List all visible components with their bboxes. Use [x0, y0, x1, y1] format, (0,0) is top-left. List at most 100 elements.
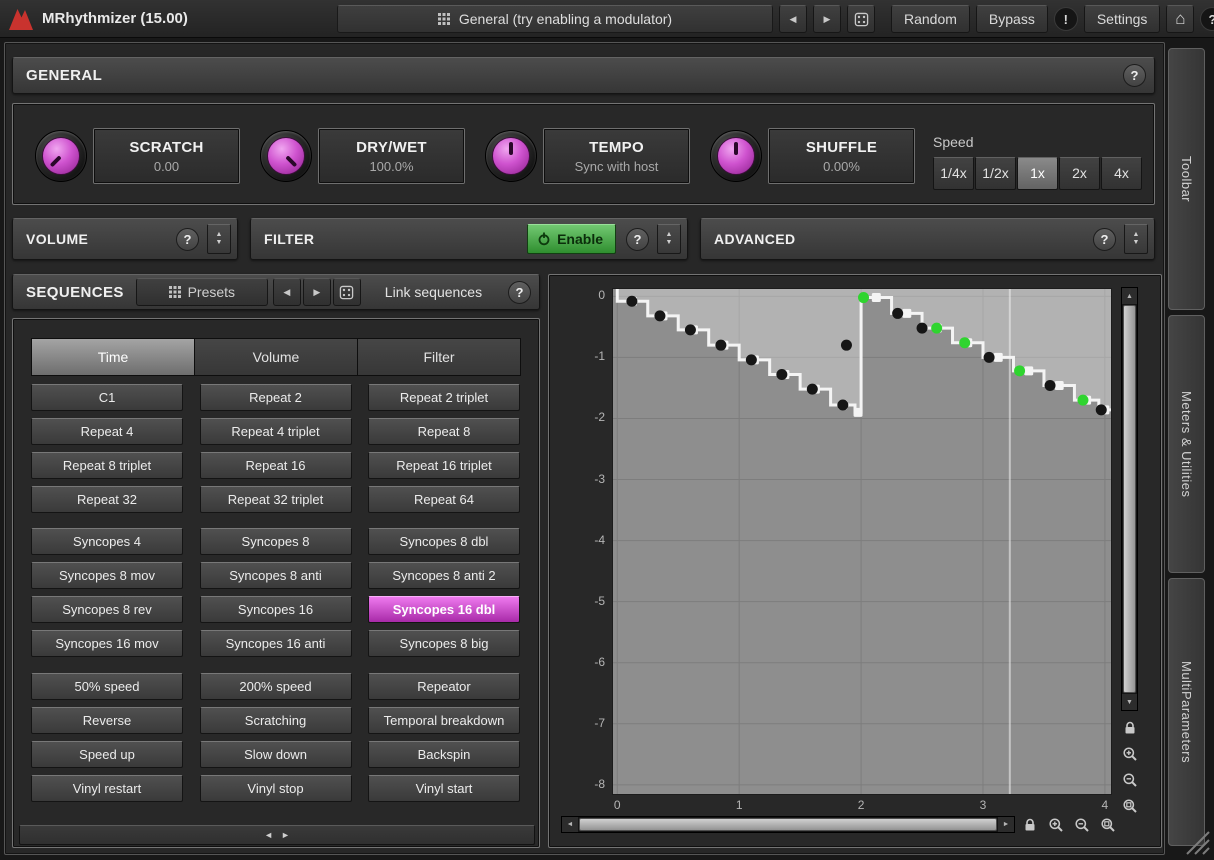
preset-prev-button[interactable]: ◀ — [779, 5, 807, 33]
bypass-button[interactable]: Bypass — [976, 5, 1048, 33]
general-section-header[interactable]: GENERAL ? — [12, 57, 1155, 94]
scroll-right-arrow[interactable]: ► — [998, 817, 1014, 832]
tab-volume[interactable]: Volume — [195, 339, 358, 375]
graph-vertical-scrollbar[interactable]: ▲ ▼ — [1121, 287, 1138, 711]
melda-logo[interactable] — [8, 7, 34, 31]
seq-button[interactable]: Repeator — [368, 673, 520, 700]
drywet-knob[interactable] — [260, 130, 312, 182]
tempo-value-box[interactable]: TEMPO Sync with host — [544, 129, 689, 183]
scratch-knob[interactable] — [35, 130, 87, 182]
help-icon[interactable]: ? — [508, 281, 531, 304]
scratch-value-box[interactable]: SCRATCH 0.00 — [94, 129, 239, 183]
seq-button[interactable]: Repeat 32 triplet — [200, 486, 352, 513]
graph-horizontal-scrollbar[interactable]: ◄ ► — [561, 816, 1015, 833]
seq-button[interactable]: Syncopes 8 mov — [31, 562, 183, 589]
seq-button[interactable]: Repeat 4 — [31, 418, 183, 445]
sequence-presets-button[interactable]: Presets — [136, 278, 268, 306]
randomize-preset-button[interactable] — [847, 5, 875, 33]
preset-selector[interactable]: General (try enabling a modulator) — [337, 5, 773, 33]
seq-button[interactable]: Syncopes 8 — [200, 528, 352, 555]
speed-option-2x[interactable]: 2x — [1059, 157, 1100, 190]
speed-option-14x[interactable]: 1/4x — [933, 157, 974, 190]
filter-enable-button[interactable]: Enable — [527, 224, 616, 254]
shuffle-value-box[interactable]: SHUFFLE 0.00% — [769, 129, 914, 183]
zoom-fit-icon[interactable] — [1099, 816, 1117, 834]
seq-button[interactable]: Repeat 4 triplet — [200, 418, 352, 445]
zoom-out-icon[interactable] — [1073, 816, 1091, 834]
drawer-toolbar[interactable]: Toolbar — [1168, 48, 1205, 310]
horizontal-scrollbar-thumb[interactable] — [579, 818, 997, 831]
tab-filter[interactable]: Filter — [358, 339, 520, 375]
alert-icon[interactable]: ! — [1054, 7, 1078, 31]
seq-button[interactable]: Syncopes 16 dbl — [368, 596, 520, 623]
speed-option-12x[interactable]: 1/2x — [975, 157, 1016, 190]
help-icon[interactable]: ? — [626, 228, 649, 251]
speed-option-1x[interactable]: 1x — [1017, 157, 1058, 190]
link-sequences-toggle[interactable]: Link sequences — [385, 284, 482, 300]
zoom-fit-icon[interactable] — [1121, 797, 1139, 815]
advanced-collapse-spinner[interactable]: ▲▼ — [1124, 224, 1148, 254]
seq-button[interactable]: Repeat 64 — [368, 486, 520, 513]
vertical-scrollbar-thumb[interactable] — [1123, 305, 1136, 693]
seq-button[interactable]: Syncopes 8 anti — [200, 562, 352, 589]
seq-button[interactable]: Repeat 2 — [200, 384, 352, 411]
seq-button[interactable]: Vinyl stop — [200, 775, 352, 802]
seq-button[interactable]: Syncopes 8 dbl — [368, 528, 520, 555]
speed-option-4x[interactable]: 4x — [1101, 157, 1142, 190]
seq-button[interactable]: Syncopes 4 — [31, 528, 183, 555]
sequence-randomize-button[interactable] — [333, 278, 361, 306]
volume-collapse-spinner[interactable]: ▲▼ — [207, 224, 231, 254]
seq-button[interactable]: C1 — [31, 384, 183, 411]
seq-button[interactable]: Repeat 8 — [368, 418, 520, 445]
random-button[interactable]: Random — [891, 5, 970, 33]
scroll-left-arrow[interactable]: ◄ — [562, 817, 578, 832]
settings-button[interactable]: Settings — [1084, 5, 1161, 33]
seq-button[interactable]: Speed up — [31, 741, 183, 768]
tab-time[interactable]: Time — [32, 339, 195, 375]
help-icon[interactable]: ? — [1123, 64, 1146, 87]
seq-button[interactable]: Slow down — [200, 741, 352, 768]
seq-button[interactable]: Syncopes 8 big — [368, 630, 520, 657]
scroll-down-arrow[interactable]: ▼ — [1122, 694, 1137, 710]
seq-button[interactable]: Reverse — [31, 707, 183, 734]
seq-button[interactable]: 200% speed — [200, 673, 352, 700]
preset-next-button[interactable]: ▶ — [813, 5, 841, 33]
resize-handle[interactable] — [1186, 831, 1210, 860]
sequence-list-scrollbar[interactable]: ◄ ► — [19, 825, 535, 845]
help-button[interactable]: ? — [1200, 7, 1214, 31]
drywet-value-box[interactable]: DRY/WET 100.0% — [319, 129, 464, 183]
seq-button[interactable]: Repeat 16 — [200, 452, 352, 479]
drawer-multiparameters[interactable]: MultiParameters — [1168, 578, 1205, 846]
scroll-up-arrow[interactable]: ▲ — [1122, 288, 1137, 304]
sequence-editor-canvas[interactable] — [613, 289, 1111, 794]
tempo-knob[interactable] — [485, 130, 537, 182]
seq-button[interactable]: Syncopes 16 — [200, 596, 352, 623]
zoom-in-icon[interactable] — [1121, 745, 1139, 763]
sequence-next-button[interactable]: ▶ — [303, 278, 331, 306]
seq-button[interactable]: Repeat 8 triplet — [31, 452, 183, 479]
lock-icon[interactable] — [1021, 816, 1039, 834]
advanced-section-header[interactable]: ADVANCED ? ▲▼ — [700, 218, 1155, 260]
filter-collapse-spinner[interactable]: ▲▼ — [657, 224, 681, 254]
seq-button[interactable]: Syncopes 8 anti 2 — [368, 562, 520, 589]
seq-button[interactable]: Vinyl restart — [31, 775, 183, 802]
help-icon[interactable]: ? — [1093, 228, 1116, 251]
seq-button[interactable]: Temporal breakdown — [368, 707, 520, 734]
zoom-in-icon[interactable] — [1047, 816, 1065, 834]
zoom-out-icon[interactable] — [1121, 771, 1139, 789]
home-button[interactable]: ⌂ — [1166, 5, 1194, 33]
seq-button[interactable]: Repeat 32 — [31, 486, 183, 513]
drawer-meters-utilities[interactable]: Meters & Utilities — [1168, 315, 1205, 573]
seq-button[interactable]: Vinyl start — [368, 775, 520, 802]
seq-button[interactable]: Repeat 16 triplet — [368, 452, 520, 479]
sequence-prev-button[interactable]: ◀ — [273, 278, 301, 306]
seq-button[interactable]: 50% speed — [31, 673, 183, 700]
seq-button[interactable]: Syncopes 16 mov — [31, 630, 183, 657]
seq-button[interactable]: Repeat 2 triplet — [368, 384, 520, 411]
help-icon[interactable]: ? — [176, 228, 199, 251]
volume-section-header[interactable]: VOLUME ? ▲▼ — [12, 218, 238, 260]
filter-section-header[interactable]: FILTER Enable ? ▲▼ — [250, 218, 688, 260]
seq-button[interactable]: Scratching — [200, 707, 352, 734]
seq-button[interactable]: Syncopes 16 anti — [200, 630, 352, 657]
seq-button[interactable]: Syncopes 8 rev — [31, 596, 183, 623]
